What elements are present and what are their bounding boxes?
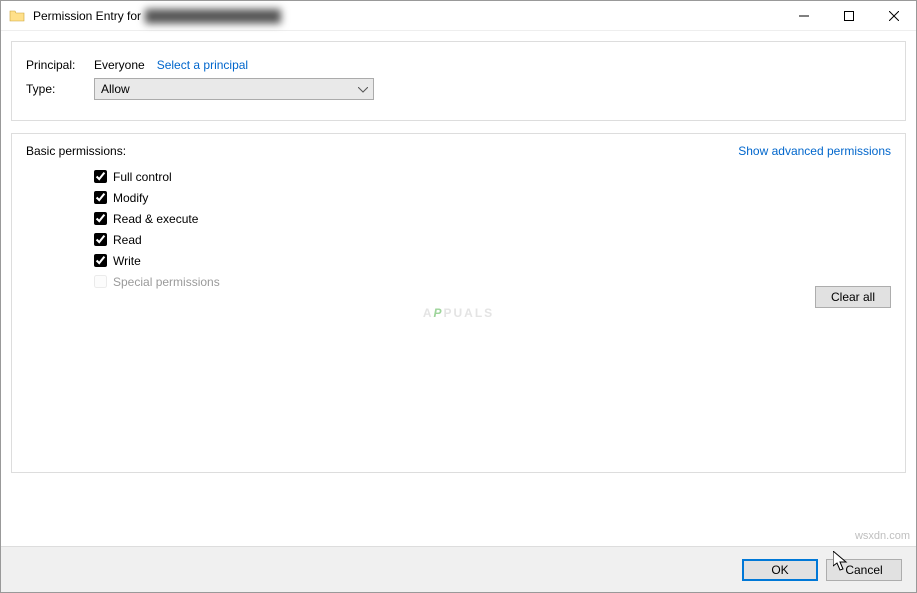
permission-label: Read (113, 233, 142, 247)
permission-label: Modify (113, 191, 148, 205)
type-row: Type: Allow (26, 78, 891, 100)
permission-checkbox-read[interactable] (94, 233, 107, 246)
dialog-footer: OK Cancel (1, 546, 916, 592)
window-title-prefix: Permission Entry for (33, 9, 141, 23)
permissions-panel: APPUALS Basic permissions: Show advanced… (11, 133, 906, 473)
principal-value: Everyone (94, 58, 145, 72)
close-icon (889, 11, 899, 21)
permission-checkbox-read-execute[interactable] (94, 212, 107, 225)
permission-label: Special permissions (113, 275, 220, 289)
permission-checkbox-full-control[interactable] (94, 170, 107, 183)
permissions-list: Full control Modify Read & execute Read … (94, 166, 891, 292)
window-title-obscured: ████████████████ (145, 9, 281, 23)
select-principal-link[interactable]: Select a principal (157, 58, 248, 72)
permission-item-special: Special permissions (94, 271, 891, 292)
permission-item-read[interactable]: Read (94, 229, 891, 250)
maximize-button[interactable] (826, 1, 871, 31)
minimize-button[interactable] (781, 1, 826, 31)
type-label: Type: (26, 82, 94, 96)
type-select[interactable]: Allow (94, 78, 374, 100)
permission-item-modify[interactable]: Modify (94, 187, 891, 208)
cancel-button[interactable]: Cancel (826, 559, 902, 581)
content-area: Principal: Everyone Select a principal T… (1, 31, 916, 495)
basic-permissions-heading: Basic permissions: (26, 144, 126, 158)
permission-item-read-execute[interactable]: Read & execute (94, 208, 891, 229)
show-advanced-permissions-link[interactable]: Show advanced permissions (738, 144, 891, 158)
permission-label: Write (113, 254, 141, 268)
permission-item-full-control[interactable]: Full control (94, 166, 891, 187)
permission-label: Read & execute (113, 212, 198, 226)
principal-row: Principal: Everyone Select a principal (26, 58, 891, 72)
permission-label: Full control (113, 170, 172, 184)
principal-panel: Principal: Everyone Select a principal T… (11, 41, 906, 121)
permission-checkbox-modify[interactable] (94, 191, 107, 204)
minimize-icon (799, 11, 809, 21)
clear-all-button[interactable]: Clear all (815, 286, 891, 308)
close-button[interactable] (871, 1, 916, 31)
permission-checkbox-write[interactable] (94, 254, 107, 267)
permission-checkbox-special (94, 275, 107, 288)
permission-item-write[interactable]: Write (94, 250, 891, 271)
maximize-icon (844, 11, 854, 21)
principal-label: Principal: (26, 58, 94, 72)
corner-watermark: wsxdn.com (855, 530, 910, 542)
titlebar: Permission Entry for ████████████████ (1, 1, 916, 31)
folder-icon (9, 8, 25, 24)
permission-entry-window: Permission Entry for ████████████████ Pr… (0, 0, 917, 593)
ok-button[interactable]: OK (742, 559, 818, 581)
